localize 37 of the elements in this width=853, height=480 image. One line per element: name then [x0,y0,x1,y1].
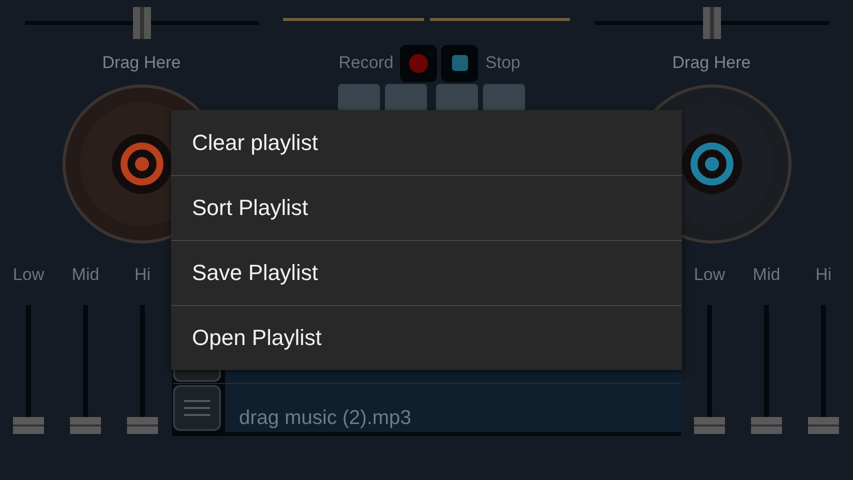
menu-icon [184,399,210,417]
eq-fader[interactable] [808,305,839,434]
playlist-item[interactable]: drag music (2).mp3 [225,384,681,432]
pitch-slider[interactable] [594,6,828,38]
fader-thumb[interactable] [751,417,782,434]
eq-fader[interactable] [751,305,782,434]
eq-label: Hi [134,265,151,285]
record-button[interactable] [400,44,438,82]
stop-icon [452,55,468,71]
menu-item[interactable]: Open Playlist [171,305,682,370]
eq-fader[interactable] [694,305,725,434]
eq-label: Mid [72,265,100,285]
eq-fader[interactable] [70,305,101,434]
drag-handle[interactable] [173,385,221,431]
stop-button[interactable] [441,44,478,82]
fader-thumb[interactable] [70,417,101,434]
fader-thumb[interactable] [13,417,44,434]
drag-label: Drag Here [102,53,181,73]
eq-label: Low [694,265,726,285]
eq-label: Hi [815,265,832,285]
eq-label: Low [12,265,44,285]
eq-fader[interactable] [13,305,44,434]
slider-thumb[interactable] [132,6,150,38]
drag-label: Drag Here [672,53,751,73]
menu-item[interactable]: Save Playlist [171,240,682,305]
record-label: Record [338,53,394,73]
menu-item[interactable]: Clear playlist [171,110,682,175]
eq-label: Mid [752,265,780,285]
eq-fader[interactable] [127,305,158,434]
stop-label: Stop [484,53,522,73]
fader-thumb[interactable] [127,417,158,434]
fader-thumb[interactable] [808,417,839,434]
fader-thumb[interactable] [694,417,725,434]
slider-thumb[interactable] [702,6,720,38]
record-icon [409,54,428,72]
pitch-slider[interactable] [24,6,258,38]
menu-item[interactable]: Sort Playlist [171,175,682,240]
